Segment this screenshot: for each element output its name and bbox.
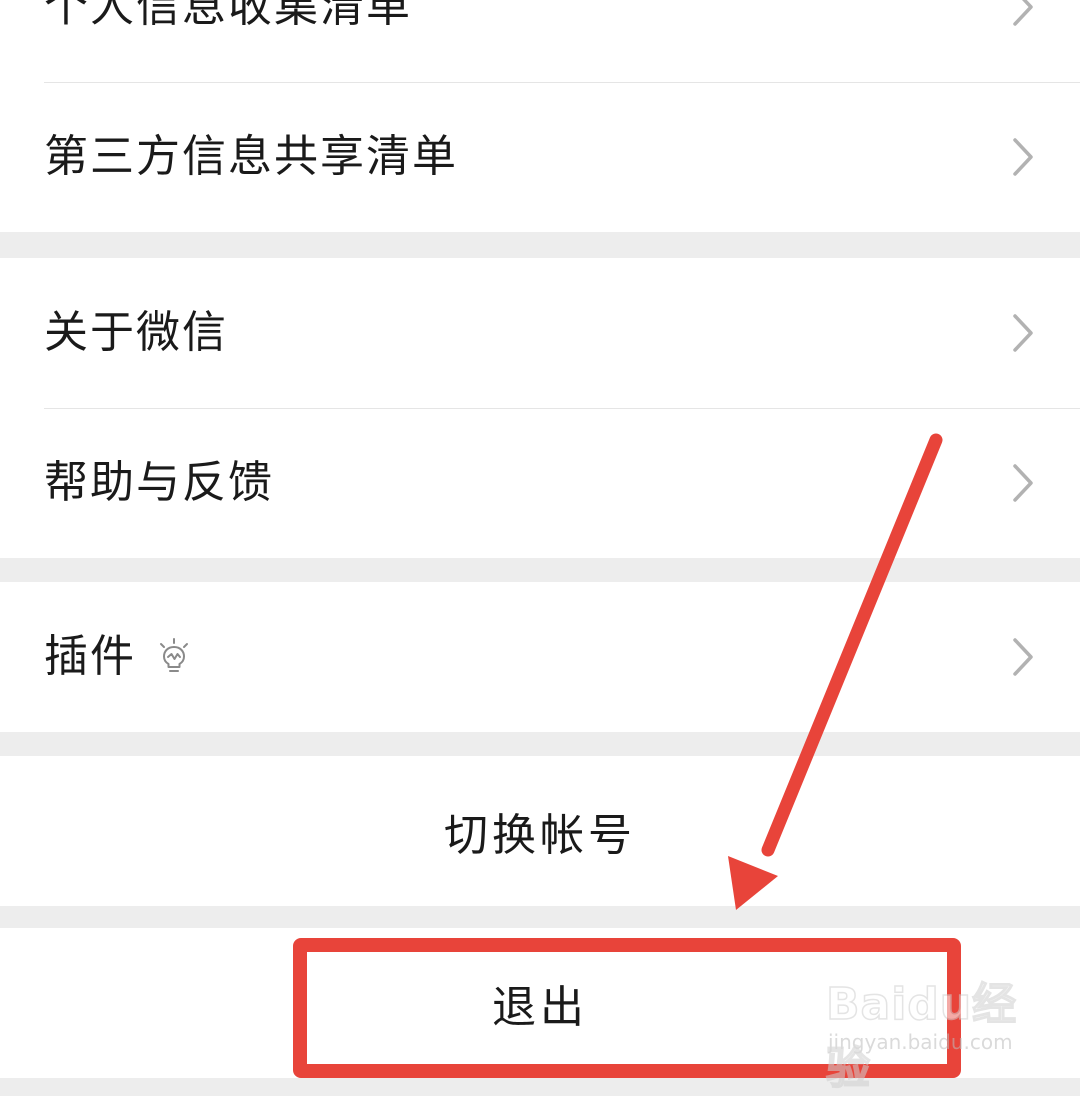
about-wechat-item[interactable]: 关于微信: [0, 258, 1080, 408]
lightbulb-icon: [160, 638, 188, 672]
personal-info-list-label: 个人信息收集清单: [44, 0, 412, 32]
switch-account-label: 切换帐号: [444, 810, 636, 861]
settings-group-plugins: 插件: [0, 582, 1080, 732]
chevron-right-icon: [1013, 464, 1033, 502]
settings-group-about: 关于微信 帮助与反馈: [0, 258, 1080, 558]
plugins-item[interactable]: 插件: [0, 582, 1080, 732]
about-wechat-label: 关于微信: [44, 307, 228, 358]
settings-group-lists: 个人信息收集清单 第三方信息共享清单: [0, 0, 1080, 232]
third-party-share-list-item[interactable]: 第三方信息共享清单: [0, 82, 1080, 232]
third-party-share-list-label: 第三方信息共享清单: [44, 131, 458, 182]
plugins-label: 插件: [44, 631, 136, 682]
watermark-url: jingyan.baidu.com: [828, 1030, 1013, 1054]
help-feedback-item[interactable]: 帮助与反馈: [0, 408, 1080, 558]
personal-info-list-item[interactable]: 个人信息收集清单: [0, 0, 1080, 82]
chevron-right-icon: [1013, 638, 1033, 676]
chevron-right-icon: [1013, 0, 1033, 26]
help-feedback-label: 帮助与反馈: [44, 457, 274, 508]
switch-account-button[interactable]: 切换帐号: [0, 756, 1080, 906]
baidu-watermark: Baidu经验 jingyan.baidu.com: [825, 958, 1026, 1095]
switch-account-group: 切换帐号: [0, 756, 1080, 906]
chevron-right-icon: [1013, 138, 1033, 176]
chevron-right-icon: [1013, 314, 1033, 352]
